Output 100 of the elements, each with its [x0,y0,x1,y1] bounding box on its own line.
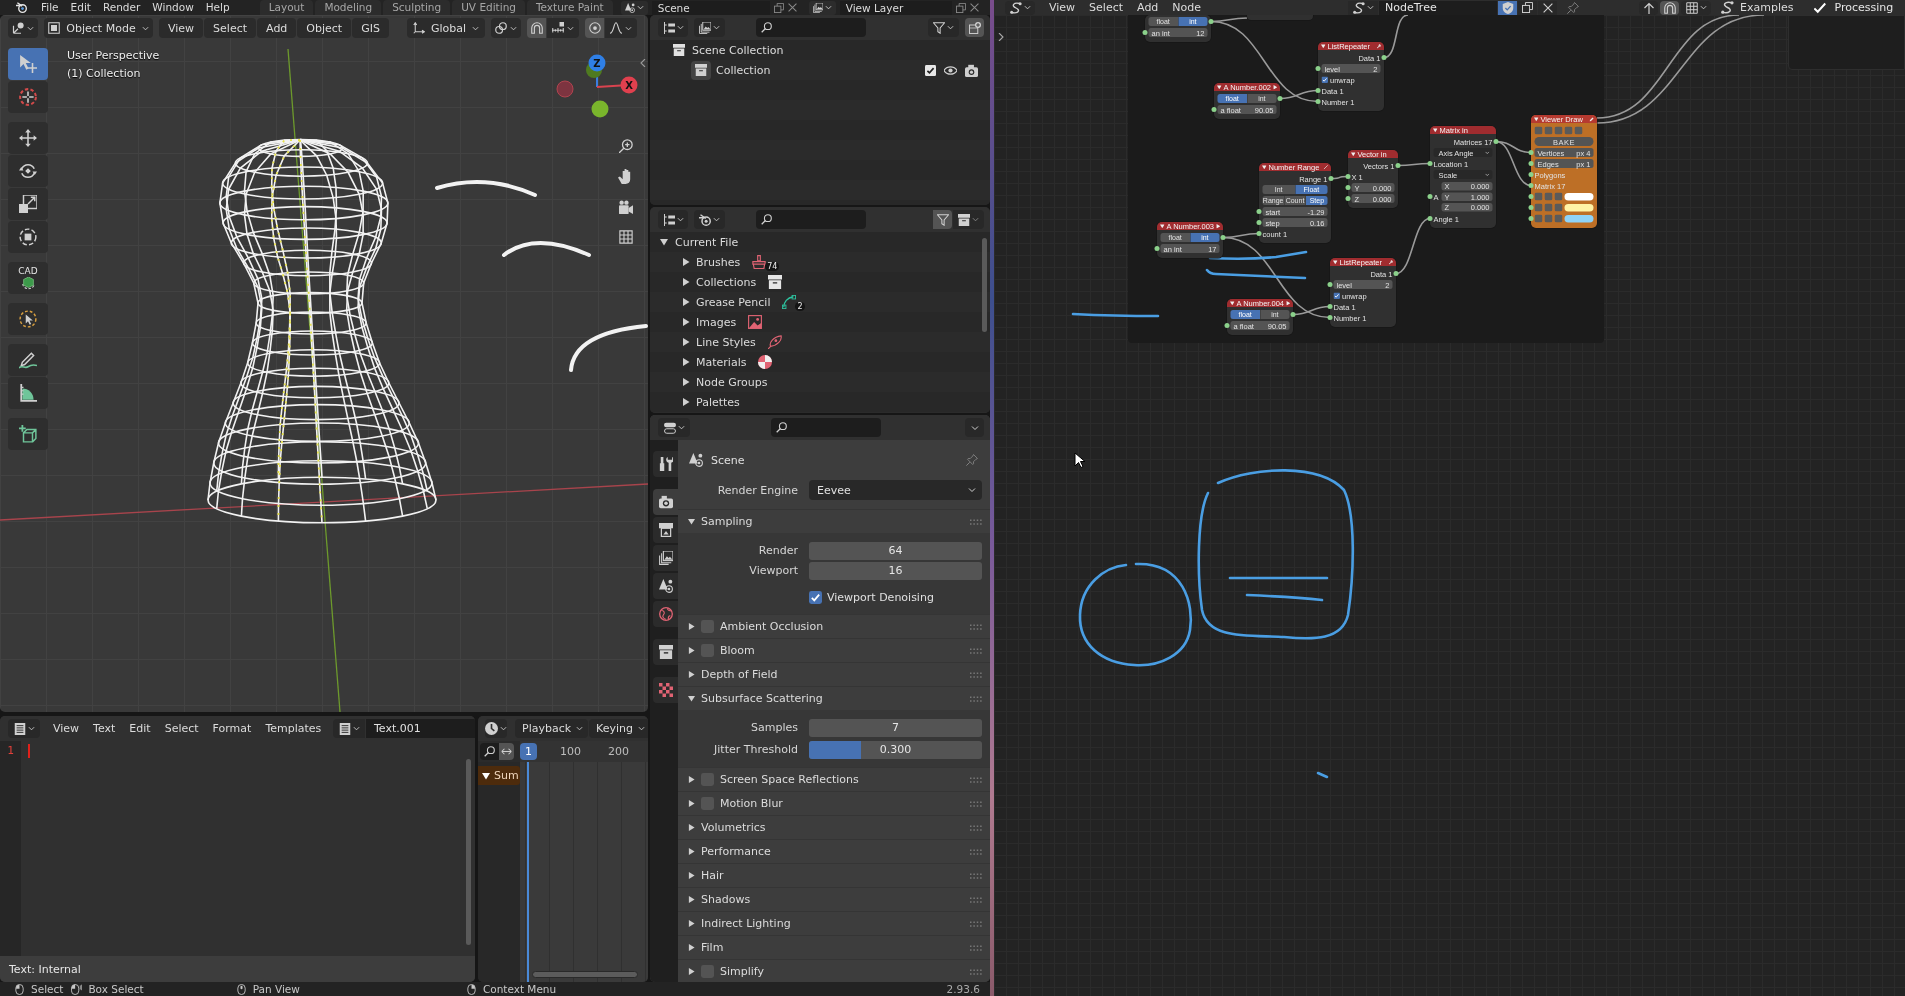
filter-dropdown[interactable] [694,18,725,37]
camera-icon[interactable] [965,63,978,77]
editor-type-button[interactable] [8,18,38,38]
pin-icon[interactable] [1567,1,1580,14]
filter-dropdown[interactable] [953,210,984,229]
disclosure-triangle-icon[interactable] [682,378,690,386]
disclosure-triangle-icon[interactable] [682,318,690,326]
duplicate-button[interactable] [1518,0,1538,15]
tool-button[interactable] [8,155,48,187]
number-field[interactable]: 7 [809,718,982,737]
menu-item[interactable]: Window [146,0,200,15]
menu-item[interactable]: View [159,18,204,38]
scrollbar[interactable] [982,238,987,332]
snap-dropdown[interactable] [547,18,580,38]
menu-item[interactable]: Select [1083,0,1132,15]
tool-button[interactable] [8,418,48,450]
tool-button[interactable] [8,188,48,220]
socket-icon[interactable] [1290,312,1296,317]
outliner-item[interactable]: Collection [716,63,771,77]
drag-handle-icon[interactable] [970,920,982,927]
node-tree-field[interactable]: NodeTree [1379,0,1498,15]
tool-button[interactable] [8,81,48,113]
search-field[interactable] [756,210,866,229]
drag-handle-icon[interactable] [970,872,982,879]
tool-button[interactable] [8,303,48,335]
socket-icon[interactable] [1395,163,1401,168]
editor-type-button[interactable] [485,719,507,738]
zoom-icon[interactable] [618,139,633,153]
orientation-dropdown[interactable]: Global [406,18,486,38]
outliner-item[interactable]: Materials [696,355,747,369]
menu-item[interactable]: Edit [122,719,158,738]
drag-handle-icon[interactable] [970,623,982,630]
socket-icon[interactable] [1315,66,1321,71]
pin-icon[interactable] [966,454,978,466]
properties-tab[interactable] [653,517,678,543]
node-tree-browse-button[interactable] [1348,0,1379,15]
socket-icon[interactable] [1427,194,1433,199]
channel-row[interactable]: Sum [478,766,520,785]
search-field[interactable] [756,18,866,37]
socket-icon[interactable] [1224,323,1230,328]
chevron-left-icon[interactable] [639,59,647,67]
properties-tab[interactable] [653,545,678,571]
falloff-dropdown[interactable] [605,18,638,38]
scene-browse-button[interactable] [620,0,648,15]
disclosure-triangle-icon[interactable] [682,398,690,406]
properties-tab[interactable] [653,489,678,515]
socket-icon[interactable] [1427,216,1433,221]
search-button[interactable] [480,743,499,760]
filter-toggle[interactable] [933,210,952,229]
view-layer-browse-button[interactable] [808,0,836,15]
tool-button[interactable] [8,344,48,376]
properties-tab[interactable] [653,451,678,477]
drag-handle-icon[interactable] [970,896,982,903]
color-swatch-icon[interactable] [1564,192,1594,201]
number-field[interactable]: 64 [809,541,982,560]
disclosure-triangle-icon[interactable] [682,338,690,346]
number-field[interactable]: 16 [809,561,982,580]
menu-item[interactable]: Add [257,18,297,38]
outliner-item[interactable]: Grease Pencil [696,295,771,309]
editor-type-button[interactable] [658,210,688,229]
socket-icon[interactable] [1211,107,1217,112]
pivot-dropdown[interactable] [491,18,522,38]
socket-icon[interactable] [1220,235,1226,240]
new-collection-button[interactable] [965,18,984,37]
view-layer-field[interactable]: View Layer [839,0,952,15]
outliner-item[interactable]: Palettes [696,395,740,409]
panel-header[interactable]: Simplify [678,959,990,982]
drag-handle-icon[interactable] [970,671,982,678]
socket-icon[interactable] [1142,30,1148,35]
drag-handle-icon[interactable] [970,647,982,654]
disclosure-triangle-icon[interactable] [482,771,490,780]
parent-node-button[interactable] [1639,0,1659,15]
socket-icon[interactable] [1393,271,1399,276]
menu-item[interactable]: Edit [64,0,97,15]
socket-icon[interactable] [1277,96,1283,101]
menu-item[interactable]: Format [205,719,259,738]
scrollbar[interactable] [532,971,638,978]
outliner-item[interactable]: Line Styles [696,335,756,349]
eye-icon[interactable] [944,63,957,77]
drag-handle-icon[interactable] [970,944,982,951]
scrollbar[interactable] [466,759,471,945]
outliner-item[interactable]: Node Groups [696,375,768,389]
drag-handle-icon[interactable] [970,824,982,831]
unlink-button[interactable] [1538,0,1558,15]
sync-toggle[interactable] [499,743,514,760]
disclosure-triangle-icon[interactable] [682,358,690,366]
text-browse-button[interactable] [333,719,365,738]
close-icon[interactable] [969,3,979,12]
drag-handle-icon[interactable] [970,968,982,975]
display-mode-dropdown[interactable] [658,18,688,37]
outliner-item[interactable]: Current File [675,235,739,249]
menu-item[interactable]: View [1043,0,1084,15]
menu-item[interactable]: Render [96,0,147,15]
menu-item[interactable]: File [35,0,65,15]
menu-item[interactable]: Object [297,18,352,38]
menu-item[interactable]: Help [199,0,236,15]
tool-button[interactable]: CAD [8,262,48,294]
gizmo-axis-handle[interactable]: X [620,76,638,94]
workspace-tab[interactable]: Texture Paint [526,0,613,15]
editor-type-button[interactable] [8,719,40,738]
